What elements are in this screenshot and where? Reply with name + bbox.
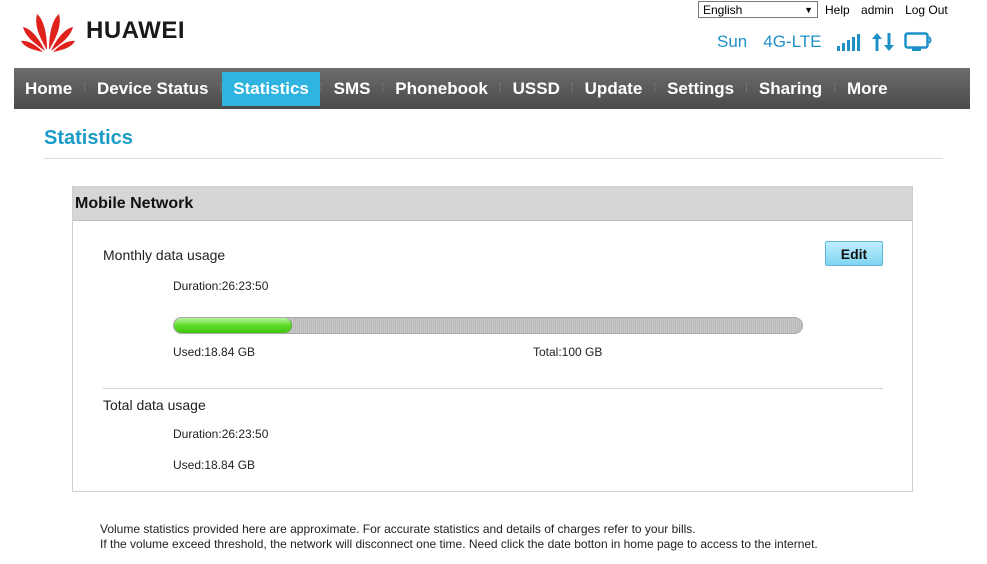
language-value: English — [703, 3, 743, 17]
monthly-used: Used:18.84 GB — [173, 345, 256, 359]
network-type: 4G-LTE — [763, 32, 822, 51]
nav-home[interactable]: Home — [14, 72, 83, 106]
dropdown-arrow-icon: ▼ — [804, 5, 813, 15]
nav-phonebook[interactable]: Phonebook — [384, 72, 499, 106]
monthly-usage-progress-bar — [173, 317, 803, 334]
huawei-flower-icon — [21, 14, 75, 52]
huawei-logo: HUAWEI — [20, 10, 185, 52]
mobile-network-panel: Mobile Network Monthly data usage Edit D… — [72, 186, 913, 492]
progress-fill — [174, 318, 293, 333]
footer-note: Volume statistics provided here are appr… — [100, 522, 818, 552]
logout-link[interactable]: Log Out — [905, 3, 948, 17]
page-title: Statistics — [44, 127, 133, 149]
connected-pc-icon — [903, 32, 934, 52]
footer-note-line-1: Volume statistics provided here are appr… — [100, 522, 696, 536]
total-duration: Duration:26:23:50 — [173, 427, 269, 441]
nav-settings[interactable]: Settings — [656, 72, 745, 106]
nav-sharing[interactable]: Sharing — [748, 72, 833, 106]
title-divider — [44, 158, 943, 159]
edit-button[interactable]: Edit — [825, 241, 883, 266]
monthly-total: Total:100 GB — [533, 345, 603, 359]
help-link[interactable]: Help — [825, 3, 850, 17]
panel-heading: Mobile Network — [73, 187, 912, 221]
total-usage-label: Total data usage — [103, 397, 206, 413]
monthly-usage-label: Monthly data usage — [103, 247, 226, 263]
footer-note-line-2: If the volume exceed threshold, the netw… — [100, 537, 818, 551]
brand-name: HUAWEI — [86, 17, 185, 44]
section-divider — [103, 388, 883, 389]
admin-link[interactable]: admin — [861, 3, 894, 17]
operator-name: Sun — [717, 32, 748, 51]
nav-ussd[interactable]: USSD — [502, 72, 571, 106]
signal-bars-icon — [836, 33, 862, 51]
top-links: Help admin Log Out — [825, 3, 956, 17]
status-bar: Sun 4G-LTE — [717, 32, 944, 52]
nav-more[interactable]: More — [836, 72, 899, 106]
nav-device-status[interactable]: Device Status — [86, 72, 220, 106]
nav-statistics[interactable]: Statistics — [222, 71, 320, 106]
nav-update[interactable]: Update — [574, 72, 654, 106]
total-used: Used:18.84 GB — [173, 458, 256, 472]
data-transfer-icon — [871, 32, 894, 52]
monthly-duration: Duration:26:23:50 — [173, 279, 269, 293]
main-nav: Home ⁞ Device Status ⁞ Statistics ⁞ SMS … — [14, 68, 970, 109]
language-select[interactable]: English ▼ — [698, 1, 818, 18]
nav-sms[interactable]: SMS — [323, 72, 382, 106]
